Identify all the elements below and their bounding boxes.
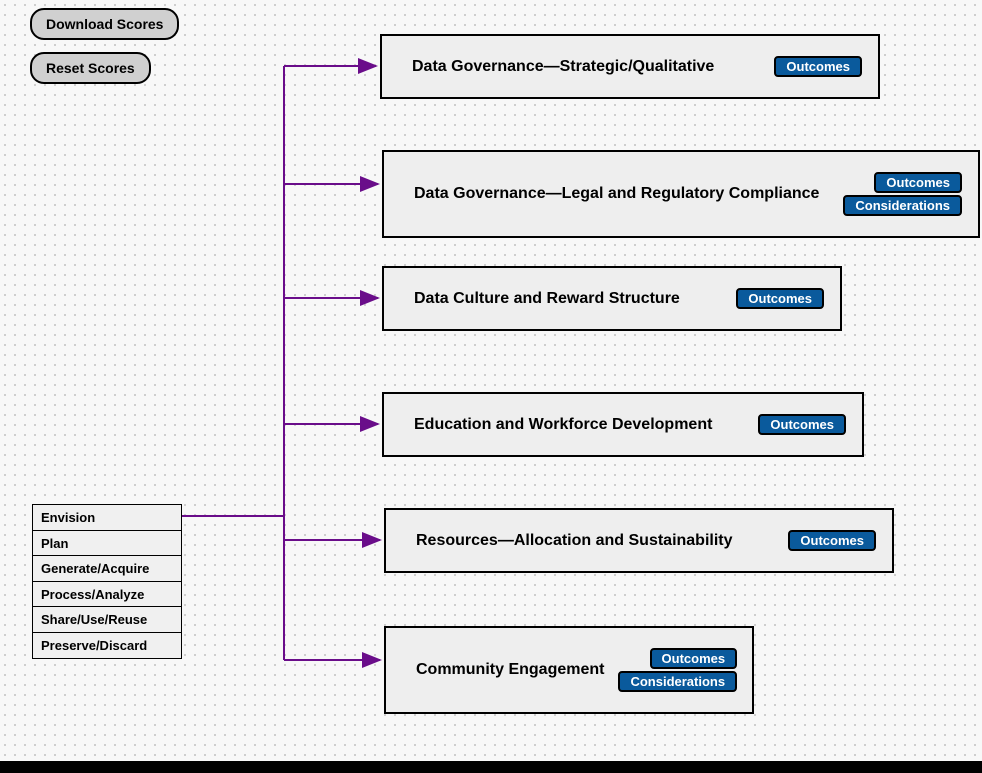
node-education-workforce[interactable]: Education and Workforce Development Outc…: [382, 392, 864, 457]
node-badges: Outcomes: [774, 56, 862, 77]
node-data-governance-legal[interactable]: Data Governance—Legal and Regulatory Com…: [382, 150, 980, 238]
outcomes-badge[interactable]: Outcomes: [758, 414, 846, 435]
stage-plan[interactable]: Plan: [32, 530, 182, 557]
node-title: Data Governance—Strategic/Qualitative: [412, 58, 714, 76]
node-badges: Outcomes Considerations: [618, 648, 737, 692]
node-resources-allocation[interactable]: Resources—Allocation and Sustainability …: [384, 508, 894, 573]
node-community-engagement[interactable]: Community Engagement Outcomes Considerat…: [384, 626, 754, 714]
outcomes-badge[interactable]: Outcomes: [874, 172, 962, 193]
outcomes-badge[interactable]: Outcomes: [650, 648, 738, 669]
stage-generate-acquire[interactable]: Generate/Acquire: [32, 555, 182, 582]
considerations-badge[interactable]: Considerations: [618, 671, 737, 692]
node-badges: Outcomes Considerations: [843, 172, 962, 216]
footer-bar: [0, 761, 982, 773]
node-title: Education and Workforce Development: [414, 416, 712, 434]
outcomes-badge[interactable]: Outcomes: [736, 288, 824, 309]
stage-envision[interactable]: Envision: [32, 504, 182, 531]
node-badges: Outcomes: [788, 530, 876, 551]
reset-scores-button[interactable]: Reset Scores: [30, 52, 151, 84]
node-badges: Outcomes: [736, 288, 824, 309]
outcomes-badge[interactable]: Outcomes: [774, 56, 862, 77]
download-scores-button[interactable]: Download Scores: [30, 8, 179, 40]
stage-preserve-discard[interactable]: Preserve/Discard: [32, 632, 182, 659]
stage-process-analyze[interactable]: Process/Analyze: [32, 581, 182, 608]
node-data-governance-strategic[interactable]: Data Governance—Strategic/Qualitative Ou…: [380, 34, 880, 99]
stage-list: Envision Plan Generate/Acquire Process/A…: [32, 504, 182, 659]
node-data-culture[interactable]: Data Culture and Reward Structure Outcom…: [382, 266, 842, 331]
node-title: Data Governance—Legal and Regulatory Com…: [414, 185, 819, 203]
node-title: Community Engagement: [416, 661, 604, 679]
node-badges: Outcomes: [758, 414, 846, 435]
node-title: Data Culture and Reward Structure: [414, 290, 680, 308]
node-title: Resources—Allocation and Sustainability: [416, 532, 733, 550]
considerations-badge[interactable]: Considerations: [843, 195, 962, 216]
stage-share-use-reuse[interactable]: Share/Use/Reuse: [32, 606, 182, 633]
outcomes-badge[interactable]: Outcomes: [788, 530, 876, 551]
